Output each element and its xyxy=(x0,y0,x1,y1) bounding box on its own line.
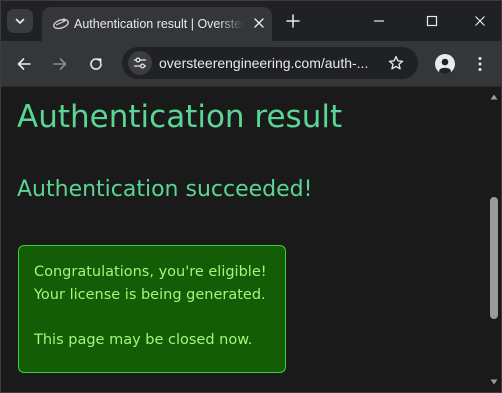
browser-window: Authentication result | Oversteer Engine… xyxy=(0,0,502,393)
notice-line-eligible: Congratulations, you're eligible! xyxy=(34,264,267,280)
close-icon xyxy=(475,16,485,26)
tab-active[interactable]: Authentication result | Oversteer Engine… xyxy=(42,7,272,41)
url-text[interactable]: oversteerengineering.com/auth-... xyxy=(159,54,381,72)
scroll-up-arrow-icon[interactable] xyxy=(490,93,498,101)
back-button[interactable] xyxy=(13,53,35,75)
oversteer-logo-icon xyxy=(53,18,69,30)
maximize-button[interactable] xyxy=(415,9,449,33)
scrollbar-thumb[interactable] xyxy=(490,197,498,319)
forward-button[interactable] xyxy=(49,53,71,75)
address-bar[interactable]: oversteerengineering.com/auth-... xyxy=(122,47,418,79)
reload-icon xyxy=(90,58,102,70)
page-title: Authentication result xyxy=(17,99,343,135)
close-icon xyxy=(254,18,264,28)
page-scrollbar[interactable] xyxy=(487,87,501,392)
success-notice: Congratulations, you're eligible! Your l… xyxy=(18,245,286,373)
tune-icon xyxy=(133,57,147,69)
tab-strip: Authentication result | Oversteer Engine… xyxy=(1,1,501,41)
minimize-button[interactable] xyxy=(362,9,396,33)
reload-button[interactable] xyxy=(85,53,107,75)
tab-close-button[interactable] xyxy=(250,14,268,32)
site-info-button[interactable] xyxy=(128,51,152,75)
tab-search-button[interactable] xyxy=(7,9,33,33)
star-icon xyxy=(388,55,404,70)
window-close-button[interactable] xyxy=(463,9,497,33)
minimize-icon xyxy=(374,20,384,22)
notice-spacer xyxy=(34,306,270,329)
auth-status-heading: Authentication succeeded! xyxy=(17,177,313,202)
maximize-icon xyxy=(426,15,438,27)
page-content: Authentication result Authentication suc… xyxy=(1,87,487,392)
chevron-down-icon xyxy=(15,18,25,24)
arrow-left-icon xyxy=(17,58,31,70)
kebab-menu-icon xyxy=(478,57,482,71)
plus-icon xyxy=(286,14,300,28)
scroll-down-arrow-icon[interactable] xyxy=(490,378,498,386)
tab-title: Authentication result | Oversteer Engine… xyxy=(74,17,244,31)
arrow-right-icon xyxy=(53,58,67,70)
person-icon xyxy=(439,58,451,74)
browser-menu-button[interactable] xyxy=(474,53,486,75)
notice-line-license: Your license is being generated. xyxy=(34,286,266,303)
new-tab-button[interactable] xyxy=(283,11,303,31)
browser-toolbar: oversteerengineering.com/auth-... xyxy=(1,41,501,87)
profile-button[interactable] xyxy=(435,54,455,74)
bookmark-button[interactable] xyxy=(386,53,406,73)
notice-line-close: This page may be closed now. xyxy=(34,331,253,348)
